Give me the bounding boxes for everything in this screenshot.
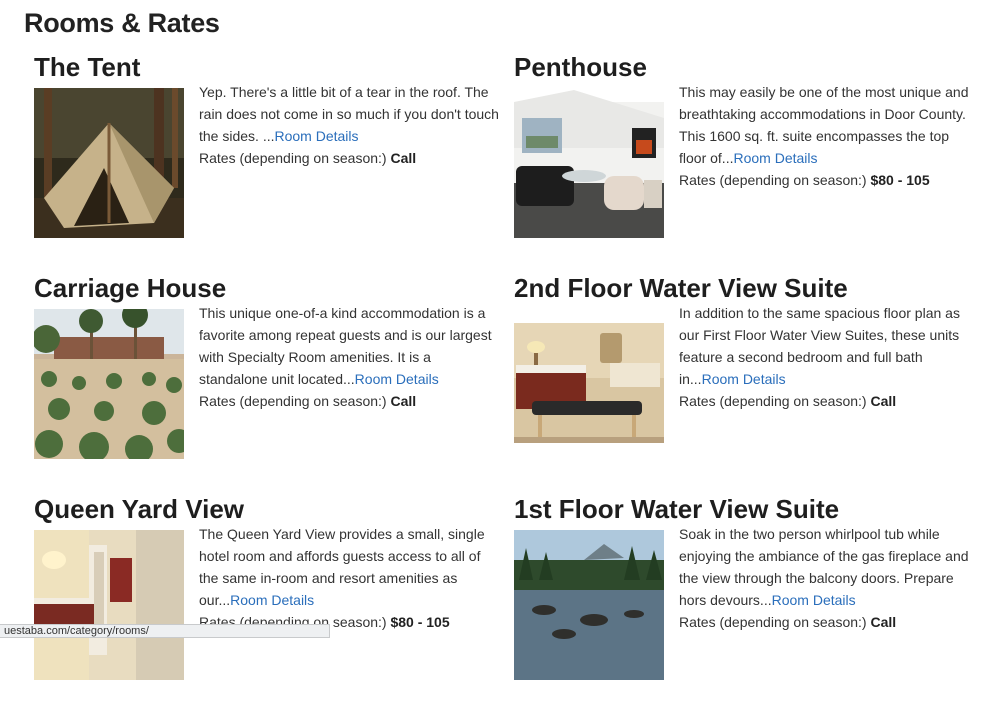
room-title[interactable]: 2nd Floor Water View Suite: [514, 273, 848, 304]
room-card: 1st Floor Water View Suite Soak in the t…: [514, 494, 984, 709]
room-title[interactable]: Penthouse: [514, 52, 647, 83]
room-title[interactable]: 1st Floor Water View Suite: [514, 494, 839, 525]
penthouse-photo-image: [514, 88, 664, 238]
room-card: Carriage House This unique one-of-a kind…: [34, 273, 504, 488]
room-description-block: This may easily be one of the most uniqu…: [679, 81, 979, 191]
room-description-block: In addition to the same spacious floor p…: [679, 302, 979, 412]
room-description-block: Yep. There's a little bit of a tear in t…: [199, 81, 499, 169]
room-description-block: Soak in the two person whirlpool tub whi…: [679, 523, 979, 633]
room-details-link[interactable]: Room Details: [772, 592, 856, 608]
room-description-block: The Queen Yard View provides a small, si…: [199, 523, 499, 633]
room-rate: Call: [870, 393, 897, 409]
room-rate: Call: [870, 614, 897, 630]
room-details-link[interactable]: Room Details: [355, 371, 439, 387]
room-details-link[interactable]: Room Details: [702, 371, 786, 387]
room-photo-penthouse[interactable]: [514, 88, 664, 238]
room-details-link[interactable]: Room Details: [274, 128, 358, 144]
room-title[interactable]: Carriage House: [34, 273, 226, 304]
room-photo-queen-yard-view[interactable]: [34, 530, 184, 680]
room-rate: $80 - 105: [870, 172, 930, 188]
room-card: The Tent Yep. There's a little bit of a …: [34, 52, 504, 267]
room-title[interactable]: The Tent: [34, 52, 140, 83]
room-description: This unique one-of-a kind accommodation …: [199, 305, 492, 387]
room-photo-tent[interactable]: [34, 88, 184, 238]
page-title: Rooms & Rates: [24, 8, 220, 38]
rates-label: Rates (depending on season:): [679, 172, 867, 188]
room-details-link[interactable]: Room Details: [230, 592, 314, 608]
room-details-link[interactable]: Room Details: [733, 150, 817, 166]
room-title[interactable]: Queen Yard View: [34, 494, 244, 525]
room-photo-carriage-house[interactable]: [34, 309, 184, 459]
room-rate: Call: [390, 150, 417, 166]
room-photo-1st-floor-suite[interactable]: [514, 530, 664, 680]
browser-status-bar-url: uestaba.com/category/rooms/: [0, 624, 330, 638]
room-card: 2nd Floor Water View Suite In addition t…: [514, 273, 984, 488]
room-card: Queen Yard View The Queen Yard View prov…: [34, 494, 504, 709]
room-rate: Call: [390, 393, 417, 409]
suite-bedroom-photo-image: [514, 309, 664, 459]
rates-label: Rates (depending on season:): [679, 614, 867, 630]
carriage-house-photo-image: [34, 309, 184, 459]
lake-view-photo-image: [514, 530, 664, 680]
queen-room-photo-image: [34, 530, 184, 680]
room-card: Penthouse This may easily be one of the …: [514, 52, 984, 267]
room-description-block: This unique one-of-a kind accommodation …: [199, 302, 499, 412]
room-rate: $80 - 105: [390, 614, 450, 630]
rates-label: Rates (depending on season:): [199, 150, 387, 166]
rates-label: Rates (depending on season:): [199, 393, 387, 409]
rates-label: Rates (depending on season:): [679, 393, 867, 409]
room-description: This may easily be one of the most uniqu…: [679, 84, 969, 166]
room-photo-2nd-floor-suite[interactable]: [514, 309, 664, 459]
tent-photo-image: [34, 88, 184, 238]
